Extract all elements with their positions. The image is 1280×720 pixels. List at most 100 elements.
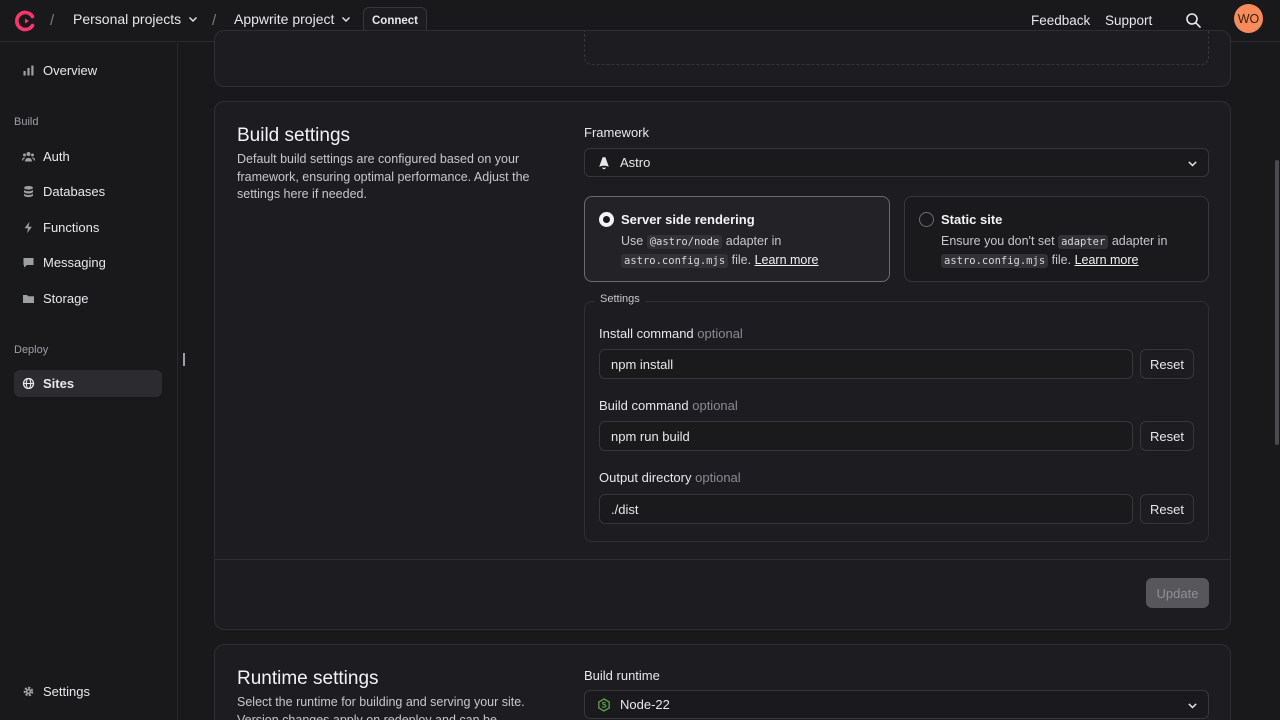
nodejs-icon xyxy=(598,697,610,712)
ssr-desc-text: file. xyxy=(731,253,752,267)
static-desc-text: Ensure you don't set xyxy=(941,234,1055,248)
sidebar-section-deploy: Deploy xyxy=(14,344,49,356)
install-command-input[interactable]: npm install xyxy=(599,349,1133,379)
static-desc-text: file. xyxy=(1051,253,1072,267)
globe-icon xyxy=(22,377,35,390)
avatar[interactable]: WO xyxy=(1234,4,1263,33)
field-label-text: Output directory xyxy=(599,470,692,485)
static-description: Ensure you don't set adapter adapter in … xyxy=(941,232,1201,270)
reset-build-button[interactable]: Reset xyxy=(1140,421,1194,451)
sidebar-item-label: Overview xyxy=(43,63,98,78)
reset-output-button[interactable]: Reset xyxy=(1140,494,1194,524)
radio-button[interactable] xyxy=(919,212,934,227)
breadcrumb-separator: / xyxy=(50,12,55,29)
output-directory-label: Output directory optional xyxy=(599,470,741,485)
ssr-description: Use @astro/node adapter in astro.config.… xyxy=(621,232,881,270)
build-command-input[interactable]: npm run build xyxy=(599,421,1133,451)
optional-tag: optional xyxy=(697,326,743,341)
scrollbar-thumb[interactable] xyxy=(1275,160,1279,445)
chevron-down-icon xyxy=(1188,161,1197,167)
sidebar-resize-handle[interactable] xyxy=(183,353,185,366)
bar-chart-icon xyxy=(23,65,34,76)
code-snippet: adapter xyxy=(1058,235,1109,249)
chevron-down-icon xyxy=(189,17,198,22)
static-title: Static site xyxy=(941,212,1003,227)
sidebar-item-label: Sites xyxy=(43,376,75,391)
output-directory-input[interactable]: ./dist xyxy=(599,494,1133,524)
build-runtime-label: Build runtime xyxy=(584,668,660,683)
settings-fieldset: Settings Install command optional npm in… xyxy=(584,293,1209,542)
build-settings-card: Build settings Default build settings ar… xyxy=(214,101,1231,630)
code-snippet: astro.config.mjs xyxy=(941,254,1049,268)
sidebar-item-label: Functions xyxy=(43,220,100,235)
framework-select[interactable]: Astro xyxy=(584,148,1209,177)
sidebar-item-label: Databases xyxy=(43,184,106,199)
optional-tag: optional xyxy=(695,470,741,485)
breadcrumb-project-label: Appwrite project xyxy=(234,11,335,27)
lightning-icon xyxy=(24,221,32,234)
sidebar-item-label: Storage xyxy=(43,291,89,306)
page-scrollbar[interactable] xyxy=(1274,43,1280,720)
ssr-title: Server side rendering xyxy=(621,212,755,227)
gear-icon xyxy=(23,686,34,697)
sidebar-item-label: Messaging xyxy=(43,255,106,270)
card-divider xyxy=(215,559,1230,560)
sidebar-item-databases[interactable]: Databases xyxy=(14,178,162,205)
feedback-link[interactable]: Feedback xyxy=(1031,13,1090,28)
install-command-label: Install command optional xyxy=(599,326,743,341)
sidebar-item-sites[interactable]: Sites xyxy=(14,370,162,397)
reset-install-button[interactable]: Reset xyxy=(1140,349,1194,379)
radio-button[interactable] xyxy=(599,212,614,227)
code-snippet: @astro/node xyxy=(646,235,723,249)
search-icon[interactable] xyxy=(1185,12,1202,29)
card-description: Default build settings are configured ba… xyxy=(237,152,530,201)
build-runtime-select[interactable]: Node-22 xyxy=(584,690,1209,719)
appwrite-logo[interactable] xyxy=(13,9,37,33)
folder-icon xyxy=(23,295,34,303)
runtime-settings-card: Runtime settings Select the runtime for … xyxy=(214,644,1231,720)
card-title: Runtime settings xyxy=(237,668,379,689)
breadcrumb-organization[interactable]: Personal projects xyxy=(73,11,199,27)
previous-settings-card xyxy=(214,30,1231,87)
optional-tag: optional xyxy=(692,398,738,413)
sidebar-item-messaging[interactable]: Messaging xyxy=(14,249,162,276)
framework-label: Framework xyxy=(584,125,650,140)
static-site-option[interactable]: Static site Ensure you don't set adapter… xyxy=(904,196,1209,282)
chat-icon xyxy=(23,258,34,268)
sidebar-item-functions[interactable]: Functions xyxy=(14,214,162,241)
dropzone xyxy=(584,31,1209,65)
ssr-desc-text: adapter in xyxy=(725,234,782,248)
ssr-desc-text: Use xyxy=(621,234,644,248)
breadcrumb-project[interactable]: Appwrite project xyxy=(234,11,352,27)
static-desc-text: adapter in xyxy=(1111,234,1168,248)
runtime-value: Node-22 xyxy=(620,697,670,712)
astro-icon xyxy=(599,156,609,169)
learn-more-link[interactable]: Learn more xyxy=(1075,253,1139,267)
sidebar-item-auth[interactable]: Auth xyxy=(14,143,162,170)
framework-value: Astro xyxy=(620,155,651,170)
chevron-down-icon xyxy=(1188,703,1197,709)
users-icon xyxy=(22,152,35,162)
field-label-text: Build command xyxy=(599,398,689,413)
code-snippet: astro.config.mjs xyxy=(621,254,729,268)
sidebar: Overview Build Auth Databases Functions … xyxy=(0,43,178,720)
sidebar-item-label: Settings xyxy=(43,684,90,699)
learn-more-link[interactable]: Learn more xyxy=(755,253,819,267)
breadcrumb-separator: / xyxy=(212,12,217,29)
build-command-label: Build command optional xyxy=(599,398,738,413)
update-button[interactable]: Update xyxy=(1146,578,1209,608)
card-description: Select the runtime for building and serv… xyxy=(237,695,525,720)
sidebar-item-overview[interactable]: Overview xyxy=(14,57,162,84)
field-label-text: Install command xyxy=(599,326,694,341)
ssr-option[interactable]: Server side rendering Use @astro/node ad… xyxy=(584,196,890,282)
card-title: Build settings xyxy=(237,125,351,146)
sidebar-section-build: Build xyxy=(14,116,39,128)
support-link[interactable]: Support xyxy=(1105,13,1152,28)
breadcrumb-organization-label: Personal projects xyxy=(73,11,182,27)
sidebar-item-label: Auth xyxy=(43,149,70,164)
sidebar-item-storage[interactable]: Storage xyxy=(14,285,162,312)
sidebar-item-settings[interactable]: Settings xyxy=(14,678,162,705)
database-icon xyxy=(24,186,33,198)
settings-legend: Settings xyxy=(595,293,645,305)
chevron-down-icon xyxy=(342,17,351,22)
